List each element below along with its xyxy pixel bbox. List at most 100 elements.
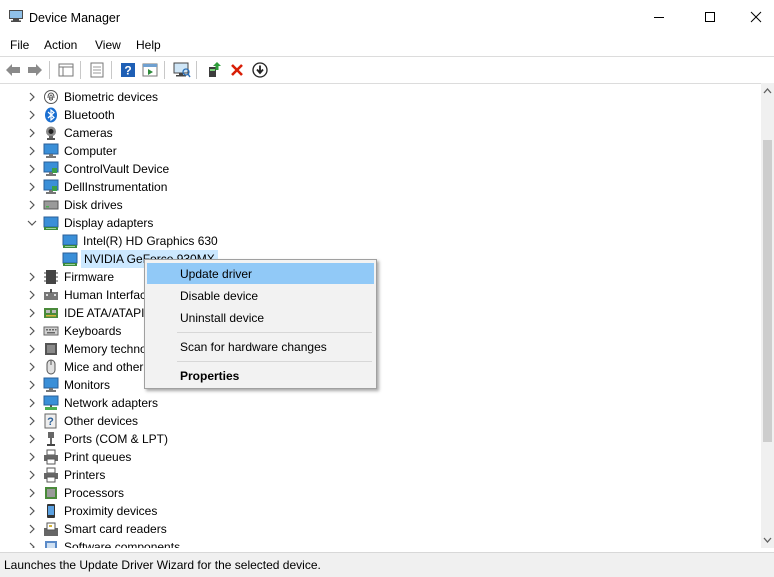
uninstall-device-button[interactable]	[228, 61, 246, 79]
chevron-right-icon[interactable]	[27, 542, 37, 548]
proximity-icon	[47, 504, 55, 518]
uninstall-device-icon	[231, 64, 243, 76]
chevron-right-icon[interactable]	[27, 308, 37, 318]
chevron-right-icon[interactable]	[27, 128, 37, 138]
menu-item-properties[interactable]: Properties	[147, 365, 374, 386]
device-manager-app-icon	[9, 10, 23, 22]
chevron-right-icon[interactable]	[27, 110, 37, 120]
menu-item-disable-device[interactable]: Disable device	[147, 285, 374, 306]
disk-drive-icon	[43, 200, 59, 210]
tree-item-firmware[interactable]: Firmware	[0, 268, 761, 286]
tree-item-intel-hd-graphics-630[interactable]: Intel(R) HD Graphics 630	[0, 232, 761, 250]
tree-item-disk-drives[interactable]: Disk drives	[0, 196, 761, 214]
tree-item-ports-com-lpt[interactable]: Ports (COM & LPT)	[0, 430, 761, 448]
scrollbar-thumb[interactable]	[763, 140, 772, 442]
menu-item-scan-for-hardware-changes[interactable]: Scan for hardware changes	[147, 336, 374, 357]
chevron-right-icon[interactable]	[27, 524, 37, 534]
forward-button[interactable]	[26, 61, 44, 79]
fingerprint-icon	[44, 90, 58, 104]
chevron-right-icon[interactable]	[27, 146, 37, 156]
update-driver-button[interactable]	[251, 61, 269, 79]
tree-item-label: Mice and other	[64, 360, 144, 374]
processor-icon	[45, 487, 57, 499]
tree-item-printers[interactable]: Printers	[0, 466, 761, 484]
chevron-right-icon[interactable]	[27, 452, 37, 462]
chevron-right-icon[interactable]	[27, 488, 37, 498]
tree-item-cameras[interactable]: Cameras	[0, 124, 761, 142]
back-button[interactable]	[4, 61, 22, 79]
tree-item-dellinstrumentation[interactable]: DellInstrumentation	[0, 178, 761, 196]
tree-item-human-interface-devices[interactable]: Human Interfac	[0, 286, 761, 304]
tree-item-software-components[interactable]: Software components	[0, 538, 761, 548]
window-title: Device Manager	[29, 11, 121, 25]
title-bar: Device Manager	[0, 0, 774, 34]
chevron-right-icon[interactable]	[27, 164, 37, 174]
tree-item-label: Processors	[64, 486, 125, 500]
tree-item-label: Memory techno	[64, 342, 147, 356]
close-button[interactable]	[733, 0, 774, 34]
chevron-right-icon[interactable]	[27, 200, 37, 210]
menu-file[interactable]: File	[10, 38, 29, 52]
tree-item-smart-card-readers[interactable]: Smart card readers	[0, 520, 761, 538]
add-driver-button[interactable]	[205, 61, 223, 79]
menu-view[interactable]: View	[95, 38, 121, 52]
tree-item-keyboards[interactable]: Keyboards	[0, 322, 761, 340]
tree-item-proximity-devices[interactable]: Proximity devices	[0, 502, 761, 520]
display-adapter-icon	[62, 252, 78, 266]
menu-help[interactable]: Help	[136, 38, 161, 52]
scan-hardware-button[interactable]	[173, 61, 191, 79]
port-icon	[47, 432, 55, 446]
chevron-right-icon[interactable]	[27, 398, 37, 408]
chevron-right-icon[interactable]	[27, 290, 37, 300]
tree-item-print-queues[interactable]: Print queues	[0, 448, 761, 466]
tree-item-label: Firmware	[64, 270, 114, 284]
scroll-down-icon[interactable]	[763, 536, 772, 544]
display-adapter-icon	[43, 216, 59, 230]
display-adapter-icon	[62, 234, 78, 248]
vertical-scrollbar[interactable]	[761, 83, 774, 548]
tree-item-processors[interactable]: Processors	[0, 484, 761, 502]
chevron-right-icon[interactable]	[27, 182, 37, 192]
show-hidden-button[interactable]	[88, 61, 106, 79]
menu-bar: File Action View Help	[0, 34, 774, 56]
hid-icon	[44, 289, 58, 300]
tree-item-computer[interactable]: Computer	[0, 142, 761, 160]
menu-item-uninstall-device[interactable]: Uninstall device	[147, 307, 374, 328]
minimize-button[interactable]	[636, 0, 682, 34]
tree-item-other-devices[interactable]: ? Other devices	[0, 412, 761, 430]
properties-grid-button[interactable]	[57, 61, 75, 79]
scroll-up-icon[interactable]	[763, 87, 772, 95]
tree-item-display-adapters[interactable]: Display adapters	[0, 214, 761, 232]
tree-item-mice-and-other-pointing-devices[interactable]: Mice and other	[0, 358, 761, 376]
chevron-right-icon[interactable]	[27, 434, 37, 444]
chevron-right-icon[interactable]	[27, 326, 37, 336]
tree-item-label: Bluetooth	[64, 108, 115, 122]
tree-item-nvidia-geforce-930mx[interactable]: NVIDIA GeForce 930MX	[0, 250, 761, 268]
tree-item-network-adapters[interactable]: Network adapters	[0, 394, 761, 412]
chevron-right-icon[interactable]	[27, 380, 37, 390]
menu-action[interactable]: Action	[44, 38, 77, 52]
tree-item-memory-technology-devices[interactable]: Memory techno	[0, 340, 761, 358]
tree-item-label: Computer	[64, 144, 117, 158]
tree-item-ide-ata-atapi-controllers[interactable]: IDE ATA/ATAPI c	[0, 304, 761, 322]
tree-item-biometric-devices[interactable]: Biometric devices	[0, 88, 761, 106]
menu-item-update-driver[interactable]: Update driver	[147, 263, 374, 284]
tree-item-label: ControlVault Device	[64, 162, 170, 176]
tree-item-controlvault-device[interactable]: ControlVault Device	[0, 160, 761, 178]
chevron-right-icon[interactable]	[27, 416, 37, 426]
chevron-right-icon[interactable]	[27, 362, 37, 372]
chevron-right-icon[interactable]	[27, 470, 37, 480]
chevron-right-icon[interactable]	[27, 506, 37, 516]
chevron-right-icon[interactable]	[27, 92, 37, 102]
chevron-right-icon[interactable]	[27, 344, 37, 354]
chevron-down-icon[interactable]	[27, 218, 37, 228]
help-button[interactable]: ?	[119, 61, 137, 79]
maximize-button[interactable]	[687, 0, 733, 34]
tree-item-monitors[interactable]: Monitors	[0, 376, 761, 394]
maximize-icon	[705, 12, 715, 22]
chevron-right-icon[interactable]	[27, 272, 37, 282]
run-button[interactable]	[141, 61, 159, 79]
minimize-icon	[654, 17, 664, 18]
toolbar-separator	[164, 61, 165, 79]
tree-item-bluetooth[interactable]: Bluetooth	[0, 106, 761, 124]
